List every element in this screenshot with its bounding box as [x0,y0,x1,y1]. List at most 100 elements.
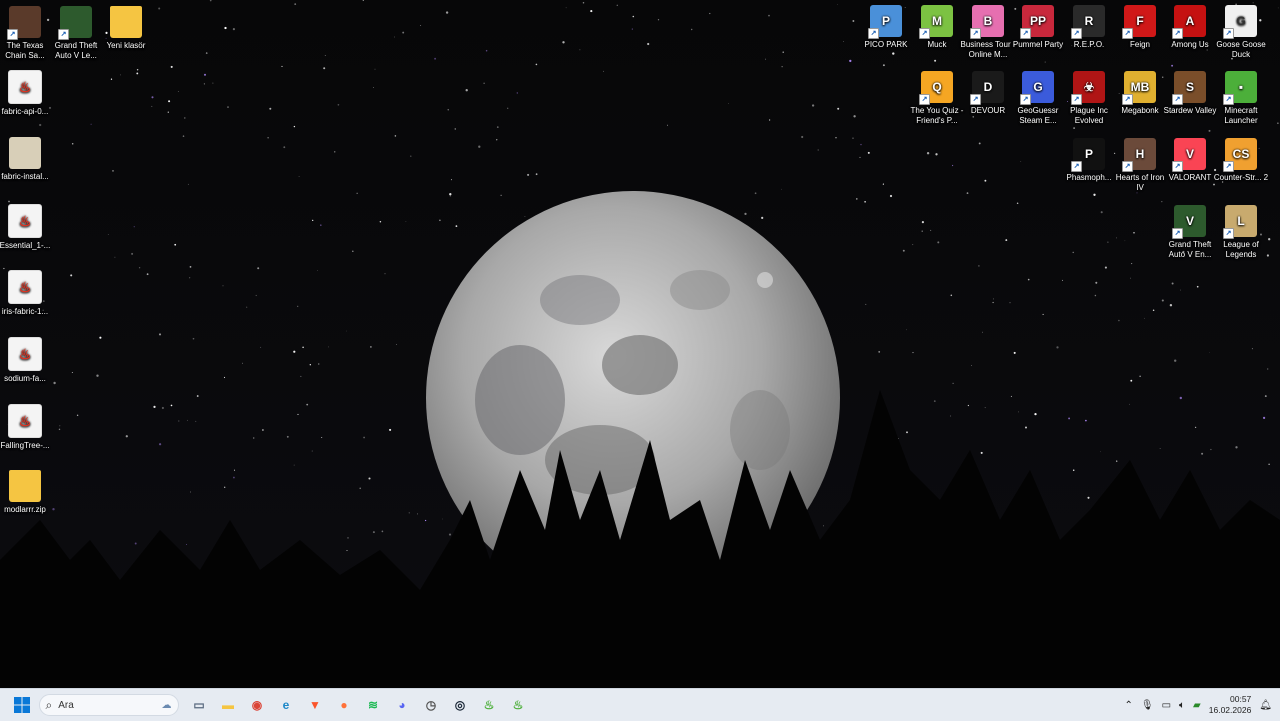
taskbar-app-button[interactable]: ▬ [216,693,240,717]
clock[interactable]: 00:57 16.02.2026 [1209,694,1252,716]
desktop-icon[interactable]: ♨ sodium-fa... [0,337,53,384]
desktop-icon[interactable]: P ↗ Phasmoph... [1061,138,1117,183]
network-icon[interactable]: ▭ [1162,700,1171,711]
shortcut-arrow-icon: ↗ [1223,28,1234,39]
desktop-icon[interactable]: ♨ FallingTree-... [0,404,53,451]
desktop-icon[interactable]: Q ↗ The You Quiz - Friend's P... [909,71,965,126]
start-button[interactable] [10,693,34,717]
taskbar-app-button[interactable]: ◕ [390,693,414,717]
desktop-icon[interactable]: modlarrr.zip [0,470,53,515]
desktop-icon[interactable]: ♨ Essential_1-... [0,204,53,251]
desktop-icon[interactable]: Yeni klasör [98,6,154,51]
among-us-icon: A ↗ [1172,5,1206,39]
taskbar-app-button[interactable]: e [274,693,298,717]
star [768,14,770,17]
volume-icon[interactable]: 🔈︎ [1179,700,1185,711]
taskbar-app-button[interactable]: ▭ [187,693,211,717]
taskbar-app-button[interactable]: ◉ [245,693,269,717]
star [347,537,349,539]
star [817,149,819,151]
star [408,512,410,514]
shortcut-arrow-icon: ↗ [868,28,879,39]
star [1027,278,1030,281]
desktop-icon[interactable]: V ↗ VALORANT [1162,138,1218,183]
star [1130,379,1133,382]
star [434,57,437,60]
spotify-icon: ≋ [367,698,379,712]
desktop-icon[interactable]: ↗ Grand Theft Auto V Le... [48,6,104,61]
star [590,10,593,13]
desktop-icon[interactable]: ♨ fabric-api-0... [0,70,53,117]
star [856,198,858,200]
star [978,142,981,145]
taskbar-app-button[interactable]: ≋ [361,693,385,717]
star [241,362,244,364]
taskbar: ⌕ Ara ☁ ▭ ▬ ◉ e ▼ ● ≋ ◕ ◷ ◎ ♨ ♨ ⌃ 🎙︎ ▭ 🔈︎ ▰ 00:57 1… [0,688,1280,721]
star [384,273,386,275]
star [293,464,295,466]
shortcut-arrow-icon: ↗ [919,28,930,39]
desktop-icon[interactable]: M ↗ Muck [909,5,965,50]
star [71,143,74,145]
chevron-up-icon[interactable]: ⌃ [1125,700,1133,711]
star [454,128,456,130]
star [1062,279,1064,281]
taskbar-app-button[interactable]: ♨ [477,693,501,717]
minecraft-launcher-taskbar-icon: ♨ [512,698,524,712]
star [131,252,134,255]
desktop-icon[interactable]: H ↗ Hearts of Iron IV [1112,138,1168,193]
taskbar-app-button[interactable]: ◷ [419,693,443,717]
microphone-icon[interactable]: 🎙︎ [1141,700,1154,711]
star [765,58,767,60]
desktop-icon[interactable]: L ↗ League of Legends [1213,205,1269,260]
desktop-icon[interactable]: S ↗ Stardew Valley [1162,71,1218,116]
taskbar-app-button[interactable]: ▼ [303,693,327,717]
battery-icon[interactable]: ▰ [1193,700,1201,711]
devour-icon: D ↗ [970,71,1004,105]
taskbar-app-button[interactable]: ♨ [506,693,530,717]
desktop-icon[interactable]: ▪ ↗ Minecraft Launcher [1213,71,1269,126]
star [449,193,452,196]
star [930,229,932,231]
taskbar-search-box[interactable]: ⌕ Ara ☁ [38,694,179,716]
notification-icon[interactable]: 🔔︎ [1259,700,1272,711]
desktop-icon[interactable]: PP ↗ Pummel Party [1010,5,1066,50]
desktop-icon[interactable]: fabric-instal... [0,137,53,182]
desktop-icon-label: FallingTree-... [0,441,50,450]
desktop-icon[interactable]: B ↗ Business Tour - Online M... [960,5,1016,60]
desktop-icon[interactable]: ☣ ↗ Plague Inc Evolved [1061,71,1117,126]
clock-app-icon: ◷ [425,698,437,712]
desktop-icon[interactable]: R ↗ R.E.P.O. [1061,5,1117,50]
desktop-icon[interactable]: P ↗ PICO PARK [858,5,914,50]
star [232,476,235,479]
star [445,11,449,14]
star [346,550,348,552]
star [334,151,336,153]
desktop-icon[interactable]: G ↗ Goose Goose Duck [1213,5,1269,60]
star [970,365,972,367]
desktop-icon[interactable]: CS ↗ Counter-Str... 2 [1213,138,1269,183]
star [184,117,186,119]
discord-icon: ◕ [398,698,406,712]
star [373,86,375,88]
star [39,123,42,127]
desktop-icon[interactable]: ♨ iris-fabric-1... [0,270,53,317]
desktop-icon[interactable]: A ↗ Among Us [1162,5,1218,50]
star [189,277,191,279]
star [801,135,804,139]
star [981,331,983,333]
desktop-icon[interactable]: V ↗ Grand Theft Auto V En... [1162,205,1218,260]
desktop-icon[interactable]: G ↗ GeoGuessr Steam E... [1010,71,1066,126]
star [1034,412,1037,416]
taskbar-app-button[interactable]: ● [332,693,356,717]
desktop-icon[interactable]: F ↗ Feign [1112,5,1168,50]
star [527,173,530,176]
star [396,344,397,346]
desktop-icon[interactable]: D ↗ DEVOUR [960,71,1016,116]
desktop-icon[interactable]: ↗ The Texas Chain Sa... [0,6,53,61]
shortcut-arrow-icon: ↗ [1172,228,1183,239]
shortcut-arrow-icon: ↗ [1172,28,1183,39]
star [138,267,141,269]
taskbar-app-button[interactable]: ◎ [448,693,472,717]
desktop-icon[interactable]: MB ↗ Megabonk [1112,71,1168,116]
